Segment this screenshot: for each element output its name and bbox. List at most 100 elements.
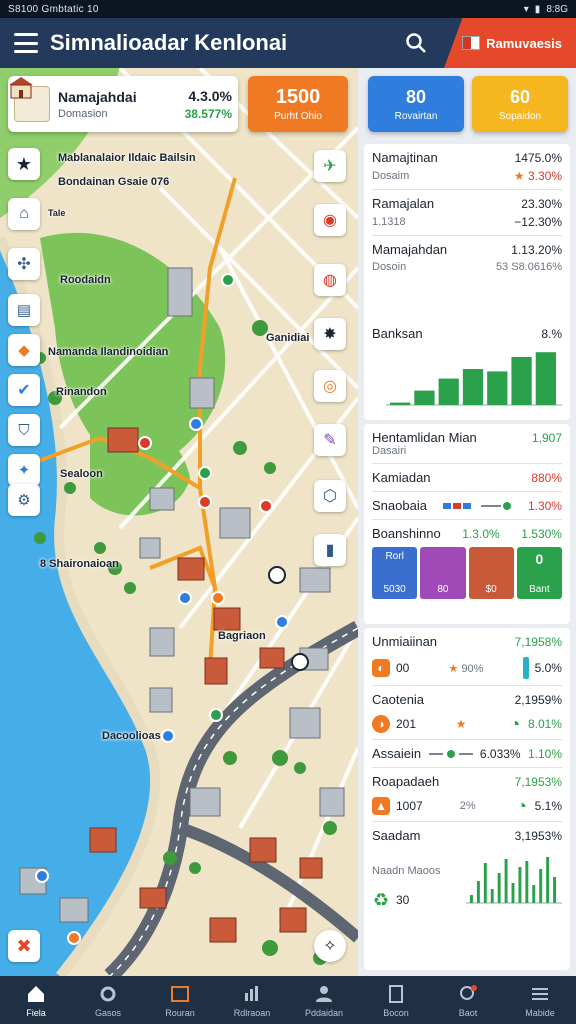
tool-plane-button[interactable]: ✈	[314, 150, 346, 182]
nav-label: Gasos	[94, 1007, 121, 1018]
tool-check-button[interactable]: ✔	[8, 374, 40, 406]
stat-label: Namajtinan	[372, 150, 438, 165]
city-map[interactable]: Namajahdai Domasion 4.3.0% 38.577% 1500 …	[0, 68, 358, 976]
service-label: Roapadaeh	[372, 774, 440, 789]
metric-label: Snaobaia	[372, 498, 427, 513]
zone-icon: ✣	[17, 256, 31, 273]
service-value: 7,1953%	[514, 774, 562, 789]
tool-money-button[interactable]: ◎	[314, 370, 346, 402]
chart-bar	[390, 402, 411, 405]
tax-slider[interactable]	[443, 501, 512, 510]
recycle-icon: ♻	[372, 889, 390, 910]
nav-item-fiela[interactable]: Fiela	[0, 976, 72, 1024]
menu-icon[interactable]	[14, 33, 38, 53]
service-mid: 6.033%	[479, 746, 521, 761]
nav-item-rdlraoan[interactable]: Rdlraoan	[216, 976, 288, 1024]
tool-document-button[interactable]: ▤	[8, 294, 40, 326]
city-info-card[interactable]: Namajahdai Domasion 4.3.0% 38.577%	[8, 76, 238, 132]
star-icon: ★	[455, 717, 467, 731]
tile-top: 0	[535, 551, 544, 567]
stat-label: Mamajahdan	[372, 242, 448, 257]
district-tile[interactable]: 0 Bant	[516, 547, 562, 599]
tool-zone-button[interactable]: ✣	[8, 248, 40, 280]
district-tile[interactable]: Rorl 5030	[372, 547, 418, 599]
map-label: Rinandon	[56, 386, 107, 398]
tool-bulldoze-button[interactable]: ✖	[8, 930, 40, 962]
search-button[interactable]	[396, 23, 436, 63]
map-label: Ganidiai	[266, 332, 310, 344]
chart-value: 8.%	[541, 326, 562, 341]
metric-value: 1.30%	[527, 498, 562, 513]
map-label: Bondainan Gsaie 076	[58, 176, 170, 188]
status-text: S8100 Gmbtatic 10	[8, 3, 99, 15]
pencil-icon: ✎	[323, 432, 337, 449]
stat-label: Ramajalan	[372, 196, 435, 211]
tile-top: Rorl	[385, 551, 404, 562]
tool-alert-button[interactable]: ◉	[314, 204, 346, 236]
stats-panel: 80 Rovairtan 60 Sopaidon Namajtinan 1475.…	[358, 68, 576, 976]
resources-button[interactable]: Ramuvaesis	[444, 18, 576, 68]
compass-icon: ✧	[323, 938, 337, 955]
nav-item-bocon[interactable]: Bocon	[360, 976, 432, 1024]
tool-bottle-button[interactable]: ▮	[314, 534, 346, 566]
search-icon	[460, 984, 477, 1000]
status-time: 8:8G	[546, 3, 568, 15]
status-bar: S8100 Gmbtatic 10 ▾ ▮ 8:8G	[0, 0, 576, 18]
check-icon: ✔	[17, 382, 31, 399]
map-label: Namanda Ilandinoidian	[48, 346, 169, 358]
service-label: Caotenia	[372, 692, 425, 707]
person-icon	[316, 985, 332, 1002]
nav-label: Fiela	[26, 1007, 46, 1018]
tool-compass-button[interactable]: ✧	[314, 930, 346, 962]
stat-sub: 1.1318	[372, 216, 406, 228]
commercial-button[interactable]: 60 Sopaidon	[472, 76, 568, 132]
document-icon: ▤	[16, 302, 32, 319]
chart-bar	[414, 390, 435, 405]
nav-label: Baot	[458, 1007, 478, 1018]
service-slider[interactable]	[428, 749, 473, 758]
tile-bottom: $0	[485, 584, 497, 595]
tool-transport-button[interactable]: ◍	[314, 264, 346, 296]
nav-item-rouran[interactable]: Rouran	[144, 976, 216, 1024]
app-header: Simnalioadar Kenlonai Ramuvaesis	[0, 18, 576, 68]
district-tile[interactable]: 80	[420, 547, 466, 599]
service-left: 1007	[396, 799, 423, 813]
tool-favorite-button[interactable]: ★	[8, 148, 40, 180]
map-label: Mablanalaior Ildaic Bailsin	[58, 152, 196, 164]
residential-button[interactable]: 80 Rovairtan	[368, 76, 464, 132]
chart-bar	[483, 863, 487, 903]
service-label: Saadam	[372, 828, 421, 843]
nav-label: Rdlraoan	[233, 1007, 271, 1018]
tool-monument-button[interactable]: ⌂	[8, 198, 40, 230]
stats-card: Namajtinan 1475.0% Dosaim ★ 3.30% Ramajala…	[364, 144, 570, 330]
service-mid: ★ 90%	[448, 662, 484, 675]
tool-target-button[interactable]: ⬡	[314, 480, 346, 512]
service-right: 8.01%	[527, 717, 562, 731]
tool-water-button[interactable]: ✦	[8, 454, 40, 486]
chart-bar	[476, 881, 480, 903]
tool-fire-button[interactable]: ◆	[8, 334, 40, 366]
nav-item-gasos[interactable]: Gasos	[72, 976, 144, 1024]
map-label: Tale	[48, 208, 66, 218]
metric-sub: Dasairi	[372, 445, 407, 457]
service-value: 1.10%	[527, 746, 562, 761]
chart-bar	[438, 378, 459, 405]
nav-item-pddaidan[interactable]: Pddaidan	[288, 976, 360, 1024]
tool-power-button[interactable]: ✸	[314, 318, 346, 350]
search-icon	[406, 33, 426, 53]
district-tile[interactable]: $0	[468, 547, 514, 599]
fire-icon: ◆	[18, 342, 30, 359]
nav-item-mabide[interactable]: Mabide	[504, 976, 576, 1024]
service-value: 2,1959%	[514, 692, 562, 707]
chart-bar	[535, 352, 556, 405]
funds-card[interactable]: 1500 Purht Ohio	[248, 76, 348, 132]
fire-icon: ▲	[372, 797, 390, 815]
service-right: 5.0%	[534, 661, 562, 675]
tool-settings-button[interactable]: ⚙	[8, 484, 40, 516]
nav-item-baot[interactable]: Baot	[432, 976, 504, 1024]
tool-edit-button[interactable]: ✎	[314, 424, 346, 456]
tool-shield-button[interactable]: ⛉	[8, 414, 40, 446]
wifi-icon: ▾	[523, 3, 529, 15]
monument-icon: ⌂	[19, 205, 29, 222]
services-card: Unmiaiinan 7,1958% ◐ 00 ★ 90% 5.0% Caoteni…	[364, 628, 570, 970]
